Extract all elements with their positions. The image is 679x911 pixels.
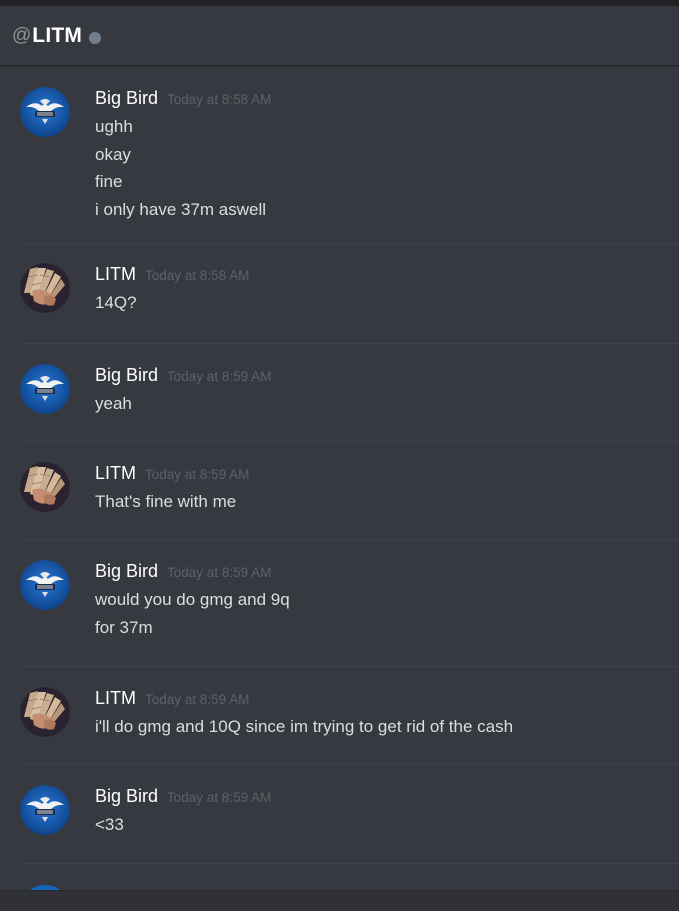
message-header: LITM Today at 8:59 AM bbox=[95, 463, 679, 485]
message-input-area[interactable] bbox=[0, 890, 679, 911]
timestamp: Today at 8:59 AM bbox=[167, 565, 272, 580]
timestamp: Today at 8:59 AM bbox=[145, 467, 250, 482]
username[interactable]: LITM bbox=[95, 463, 136, 484]
offline-status-icon bbox=[89, 31, 102, 44]
message-text: i only have 37m aswell bbox=[95, 199, 267, 219]
message-group: LITM Today at 8:58 AM 14Q? bbox=[0, 243, 679, 317]
timestamp: Today at 8:58 AM bbox=[145, 268, 250, 283]
message-group: LITM Today at 8:59 AM i'll do gmg and 10Q … bbox=[0, 667, 679, 741]
message-text: for 37m bbox=[95, 617, 153, 637]
message-divider bbox=[20, 863, 679, 864]
message-text: yeah bbox=[95, 394, 132, 413]
message-text: would you do gmg and 9q bbox=[95, 590, 290, 609]
cash-fan-icon[interactable] bbox=[20, 263, 70, 313]
eagle-logo-icon[interactable] bbox=[20, 87, 70, 137]
at-icon: @ bbox=[12, 24, 32, 46]
message-group: Big Bird Today at 8:59 AM <33 bbox=[0, 765, 679, 839]
cash-fan-icon[interactable] bbox=[20, 462, 70, 512]
username[interactable]: Big Bird bbox=[95, 786, 158, 807]
message-header: LITM Today at 8:59 AM bbox=[95, 688, 679, 710]
dm-recipient-name[interactable]: LITM bbox=[32, 24, 82, 48]
message-text: i'll do gmg and 10Q since im trying to g… bbox=[95, 717, 514, 736]
message-body: <33 bbox=[95, 811, 679, 839]
message-body: That's fine with me bbox=[95, 488, 679, 516]
message-group: Big Bird Today at 8:59 AM yeah bbox=[0, 344, 679, 418]
message-header: Big Bird Today at 8:58 AM bbox=[95, 88, 679, 110]
username[interactable]: LITM bbox=[95, 264, 136, 285]
timestamp: Today at 8:59 AM bbox=[167, 790, 272, 805]
message-text: okay bbox=[95, 144, 131, 164]
message-body: i'll do gmg and 10Q since im trying to g… bbox=[95, 713, 679, 741]
message-text: ughh bbox=[95, 117, 133, 136]
message-header: Big Bird Today at 8:59 AM bbox=[95, 365, 679, 387]
message-text: That's fine with me bbox=[95, 492, 237, 511]
timestamp: Today at 8:58 AM bbox=[167, 92, 272, 107]
message-header: LITM Today at 8:58 AM bbox=[95, 264, 679, 286]
message-group: Big Bird Today at 8:59 AM would you do gmg… bbox=[0, 540, 679, 641]
message-text: 14Q? bbox=[95, 293, 137, 312]
message-group: LITM Today at 8:59 AM That's fine with me bbox=[0, 442, 679, 516]
message-text: fine bbox=[95, 172, 123, 191]
message-body: ughh okay fine i only have 37m aswell bbox=[95, 113, 679, 223]
timestamp: Today at 8:59 AM bbox=[145, 692, 250, 707]
eagle-logo-icon[interactable] bbox=[20, 560, 70, 610]
channel-header: @ LITM bbox=[0, 6, 679, 66]
message-text: <33 bbox=[95, 815, 124, 834]
message-body: 14Q? bbox=[95, 289, 679, 317]
timestamp: Today at 8:59 AM bbox=[167, 369, 272, 384]
eagle-logo-icon[interactable] bbox=[20, 785, 70, 835]
message-body: yeah bbox=[95, 390, 679, 418]
message-header: Big Bird Today at 8:59 AM bbox=[95, 786, 679, 808]
username[interactable]: LITM bbox=[95, 688, 136, 709]
username[interactable]: Big Bird bbox=[95, 561, 158, 582]
cash-fan-icon[interactable] bbox=[20, 687, 70, 737]
username[interactable]: Big Bird bbox=[95, 88, 158, 109]
message-body: would you do gmg and 9q for 37m bbox=[95, 586, 679, 641]
message-header: Big Bird Today at 8:59 AM bbox=[95, 561, 679, 583]
eagle-logo-icon[interactable] bbox=[20, 364, 70, 414]
username[interactable]: Big Bird bbox=[95, 365, 158, 386]
message-group: Big Bird Today at 8:58 AM ughh okay fine i on… bbox=[0, 67, 679, 223]
